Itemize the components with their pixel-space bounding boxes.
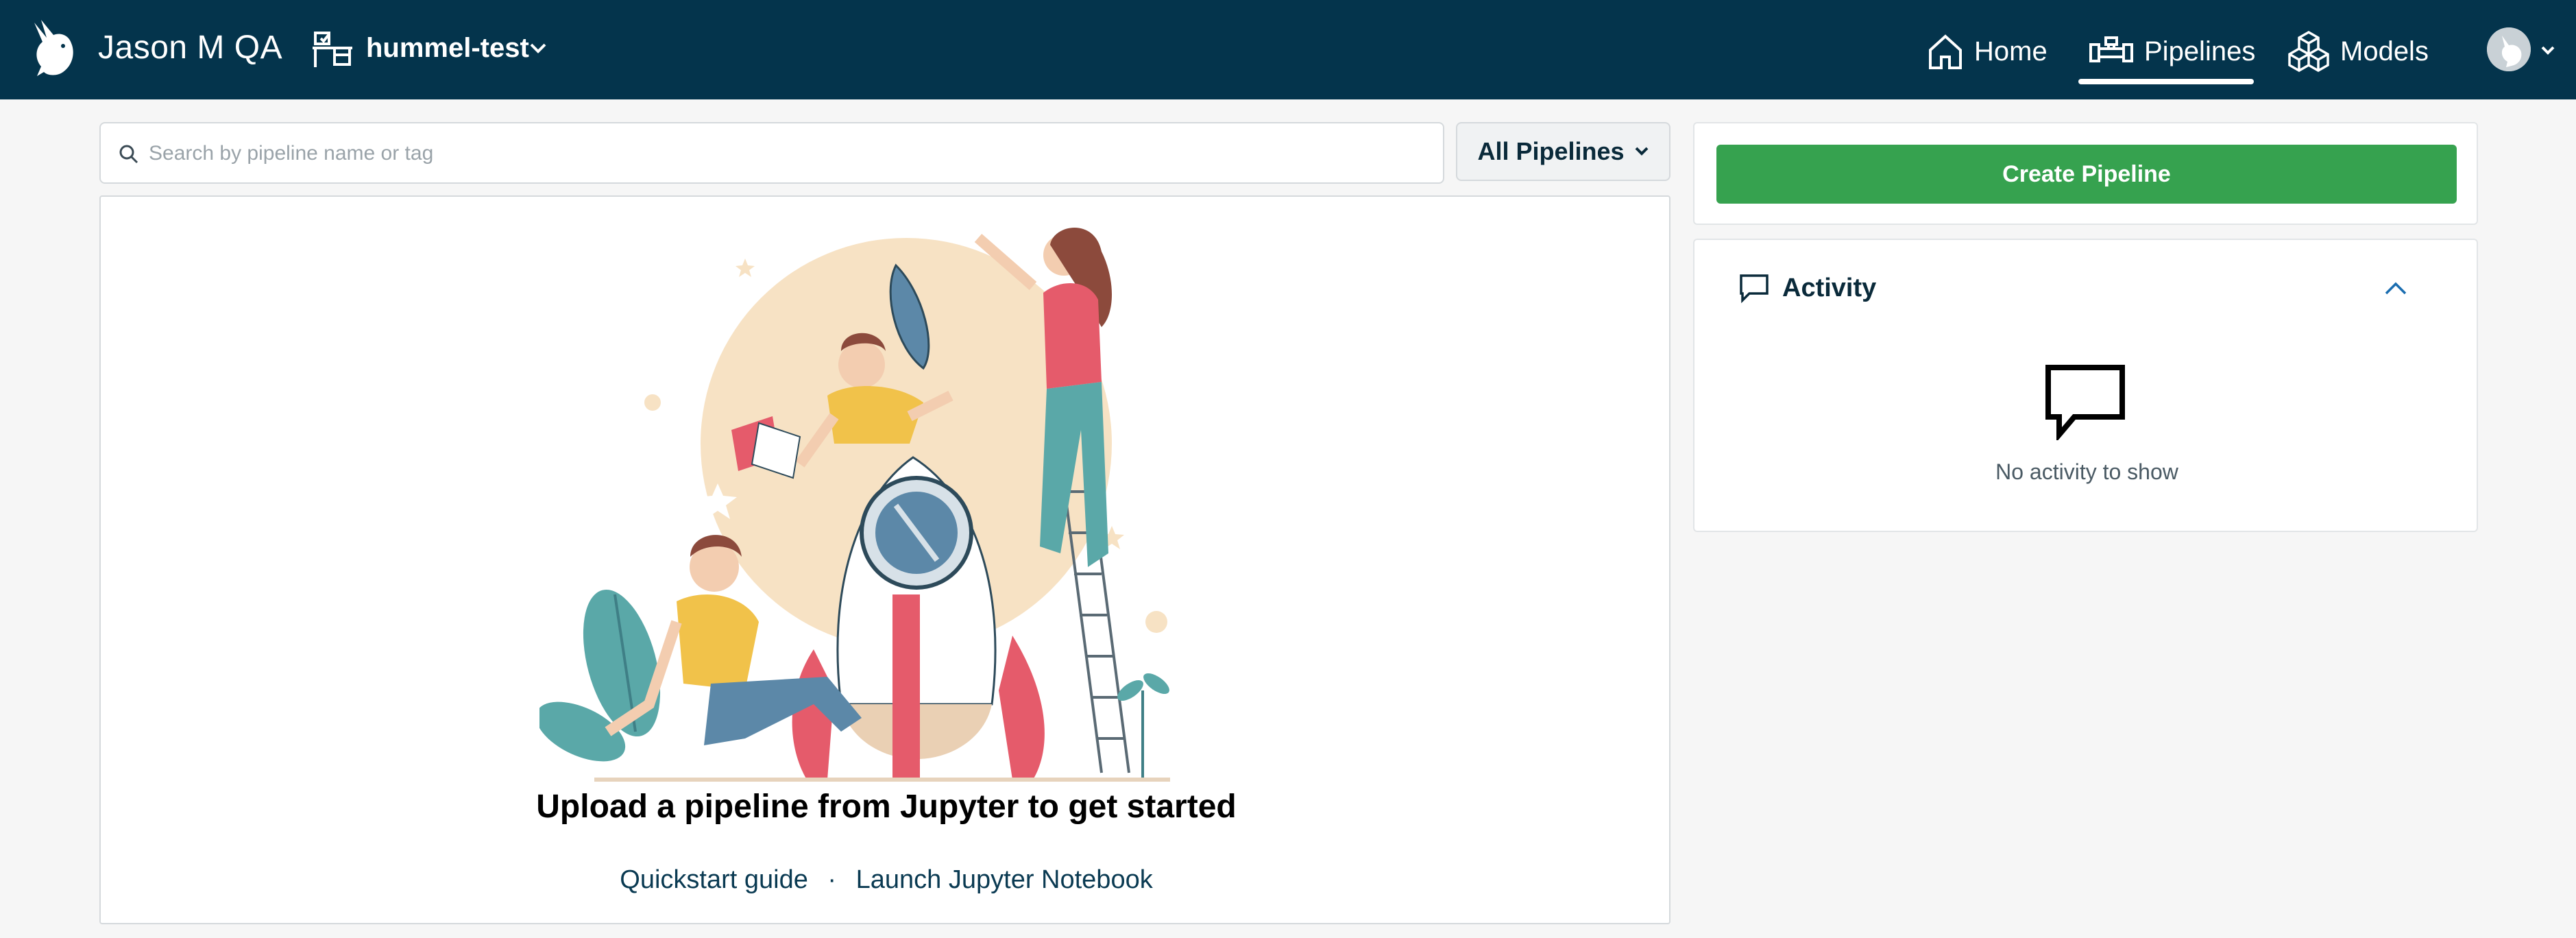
nav-models-label: Models [2340,36,2429,67]
chevron-down-icon [1635,147,1648,156]
chat-bubble-icon [1740,274,1769,303]
activity-header: Activity [1738,273,1876,303]
activity-title: Activity [1782,273,1877,302]
workspace-selector[interactable]: hummel-test [366,33,529,64]
pipeline-filter-label: All Pipelines [1477,137,1625,165]
home-icon [1929,34,1962,69]
chevron-up-icon[interactable] [2384,281,2407,296]
nav-models[interactable]: Models [2287,27,2429,75]
nav-home[interactable]: Home [1926,27,2048,75]
rocket-team-illustration [539,228,1170,782]
pipe-icon [2089,36,2133,62]
search-icon [119,145,138,164]
cubes-icon [2288,30,2329,73]
nav-home-label: Home [1974,36,2048,67]
avatar[interactable] [2487,27,2531,71]
chevron-down-icon[interactable] [2540,45,2555,56]
desk-icon [313,32,352,67]
active-nav-indicator [2078,79,2254,84]
search-input[interactable] [149,136,1424,171]
top-navbar: Jason M QA hummel-test Home Pipelines Mo… [0,0,2576,99]
quickstart-guide-link[interactable]: Quickstart guide [620,865,808,894]
pipeline-filter-dropdown[interactable]: All Pipelines [1456,122,1670,181]
launch-jupyter-link[interactable]: Launch Jupyter Notebook [856,865,1153,894]
create-pipeline-button[interactable]: Create Pipeline [1716,145,2457,204]
bird-avatar-icon [2487,27,2531,71]
link-separator: · [827,865,837,894]
activity-panel: Activity No activity to show [1693,239,2478,532]
bird-logo-icon[interactable] [27,17,82,79]
create-pipeline-card: Create Pipeline [1693,122,2478,225]
empty-state-title: Upload a pipeline from Jupyter to get st… [536,789,1237,825]
search-box [99,122,1444,184]
org-name[interactable]: Jason M QA [98,29,282,67]
nav-pipelines[interactable]: Pipelines [2088,27,2255,75]
no-activity-text: No activity to show [1995,459,2178,484]
chat-bubble-icon [2045,365,2125,440]
chevron-down-icon[interactable] [529,43,547,55]
empty-state-links: Quickstart guide · Launch Jupyter Notebo… [101,865,1672,895]
pipelines-empty-state: Upload a pipeline from Jupyter to get st… [99,195,1670,924]
nav-pipelines-label: Pipelines [2144,36,2256,67]
